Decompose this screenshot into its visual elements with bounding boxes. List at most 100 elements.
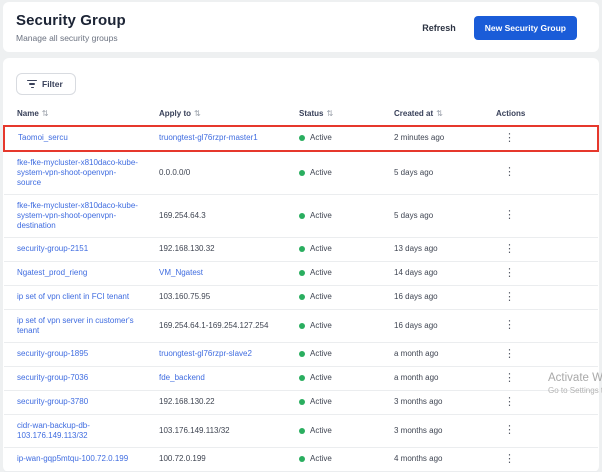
row-actions-kebab-button[interactable]: ⋮ [502,244,517,254]
column-header-apply-to[interactable]: Apply to⇅ [146,103,286,126]
created-at-value: a month ago [394,373,438,382]
created-at-value: 16 days ago [394,321,438,330]
table-row: security-group-1895 truongtest-gl76rzpr-… [4,342,598,366]
table-header-row: Name⇅Apply to⇅Status⇅Created at⇅Actions [4,103,598,126]
active-status-dot [299,428,305,434]
status-label: Active [310,268,332,278]
page-header-text: Security Group Manage all security group… [16,12,126,43]
column-header-label: Actions [496,109,525,118]
status-label: Active [310,292,332,302]
security-group-name-link[interactable]: fke-fke-mycluster-x810daco-kube-system-v… [17,201,138,230]
table-row: security-group-7036 fde_backend Active a… [4,366,598,390]
apply-to-link[interactable]: truongtest-gl76rzpr-slave2 [159,349,252,358]
active-status-dot [299,294,305,300]
row-actions-kebab-button[interactable]: ⋮ [502,268,517,278]
apply-to-link[interactable]: truongtest-gl76rzpr-master1 [159,133,258,142]
apply-to-value: 192.168.130.22 [159,397,215,406]
status-label: Active [310,426,332,436]
created-at-value: 3 months ago [394,397,442,406]
row-actions-kebab-button[interactable]: ⋮ [502,320,517,330]
apply-to-value: 103.160.75.95 [159,292,210,301]
apply-to-value: 103.176.149.113/32 [159,426,230,435]
security-group-name-link[interactable]: ip set of vpn client in FCI tenant [17,292,129,301]
status-label: Active [310,211,332,221]
active-status-dot [299,351,305,357]
security-group-name-link[interactable]: ip-wan-gqp5mtqu-100.72.0.199 [17,454,128,463]
table-row: ip set of vpn client in FCI tenant 103.1… [4,285,598,309]
security-group-name-link[interactable]: cidr-wan-backup-db-103.176.149.113/32 [17,421,90,440]
table-row: Taomoi_sercu truongtest-gl76rzpr-master1… [4,126,598,151]
page-subtitle: Manage all security groups [16,33,126,43]
created-at-value: 2 minutes ago [394,133,444,142]
apply-to-value: 169.254.64.3 [159,211,206,220]
column-header-label: Apply to [159,109,191,118]
new-security-group-button[interactable]: New Security Group [474,16,577,40]
filter-button-label: Filter [42,79,63,89]
created-at-value: 14 days ago [394,268,438,277]
table-row: fke-fke-mycluster-x810daco-kube-system-v… [4,194,598,237]
apply-to-value: 192.168.130.32 [159,244,215,253]
active-status-dot [299,456,305,462]
created-at-value: a month ago [394,349,438,358]
table-row: fke-fke-mycluster-x810daco-kube-system-v… [4,151,598,195]
sort-icon[interactable]: ⇅ [436,109,443,118]
filter-icon [27,80,37,89]
row-actions-kebab-button[interactable]: ⋮ [502,292,517,302]
page-header: Security Group Manage all security group… [3,2,599,52]
page-title: Security Group [16,12,126,29]
security-group-name-link[interactable]: ip set of vpn server in customer's tenan… [17,316,134,335]
status-label: Active [310,321,332,331]
active-status-dot [299,135,305,141]
active-status-dot [299,399,305,405]
header-actions: Refresh New Security Group [422,16,583,40]
created-at-value: 16 days ago [394,292,438,301]
security-group-name-link[interactable]: security-group-3780 [17,397,88,406]
created-at-value: 5 days ago [394,168,433,177]
security-group-panel: Filter Name⇅Apply to⇅Status⇅Created at⇅A… [3,58,599,472]
row-actions-kebab-button[interactable]: ⋮ [502,133,517,143]
table-row: Ngatest_prod_rieng VM_Ngatest Active 14 … [4,261,598,285]
active-status-dot [299,323,305,329]
apply-to-value: 0.0.0.0/0 [159,168,190,177]
table-row: security-group-2151 192.168.130.32 Activ… [4,237,598,261]
status-label: Active [310,349,332,359]
column-header-label: Status [299,109,323,118]
security-group-name-link[interactable]: security-group-1895 [17,349,88,358]
row-actions-kebab-button[interactable]: ⋮ [502,210,517,220]
apply-to-link[interactable]: VM_Ngatest [159,268,203,277]
security-group-name-link[interactable]: security-group-7036 [17,373,88,382]
row-actions-kebab-button[interactable]: ⋮ [502,167,517,177]
row-actions-kebab-button[interactable]: ⋮ [502,454,517,464]
table-row: ip-wan-gqp5mtqu-100.72.0.199 100.72.0.19… [4,447,598,471]
status-label: Active [310,373,332,383]
security-group-table: Name⇅Apply to⇅Status⇅Created at⇅Actions … [3,103,599,472]
active-status-dot [299,270,305,276]
sort-icon[interactable]: ⇅ [194,109,201,118]
apply-to-value: 100.72.0.199 [159,454,206,463]
security-group-name-link[interactable]: Taomoi_sercu [18,133,68,142]
sort-icon[interactable]: ⇅ [42,109,49,118]
filter-button[interactable]: Filter [16,73,76,95]
security-group-name-link[interactable]: security-group-2151 [17,244,88,253]
apply-to-link[interactable]: fde_backend [159,373,205,382]
active-status-dot [299,170,305,176]
row-actions-kebab-button[interactable]: ⋮ [502,397,517,407]
active-status-dot [299,213,305,219]
security-group-name-link[interactable]: Ngatest_prod_rieng [17,268,87,277]
created-at-value: 13 days ago [394,244,438,253]
status-label: Active [310,133,332,143]
created-at-value: 5 days ago [394,211,433,220]
column-header-created-at[interactable]: Created at⇅ [381,103,483,126]
table-row: security-group-3780 192.168.130.22 Activ… [4,390,598,414]
row-actions-kebab-button[interactable]: ⋮ [502,349,517,359]
created-at-value: 3 months ago [394,426,442,435]
column-header-name[interactable]: Name⇅ [4,103,146,126]
row-actions-kebab-button[interactable]: ⋮ [502,425,517,435]
security-group-name-link[interactable]: fke-fke-mycluster-x810daco-kube-system-v… [17,158,138,187]
row-actions-kebab-button[interactable]: ⋮ [502,373,517,383]
refresh-button[interactable]: Refresh [422,23,456,33]
active-status-dot [299,375,305,381]
column-header-status[interactable]: Status⇅ [286,103,381,126]
table-row: ip set of vpn server in customer's tenan… [4,309,598,342]
sort-icon[interactable]: ⇅ [326,109,333,118]
